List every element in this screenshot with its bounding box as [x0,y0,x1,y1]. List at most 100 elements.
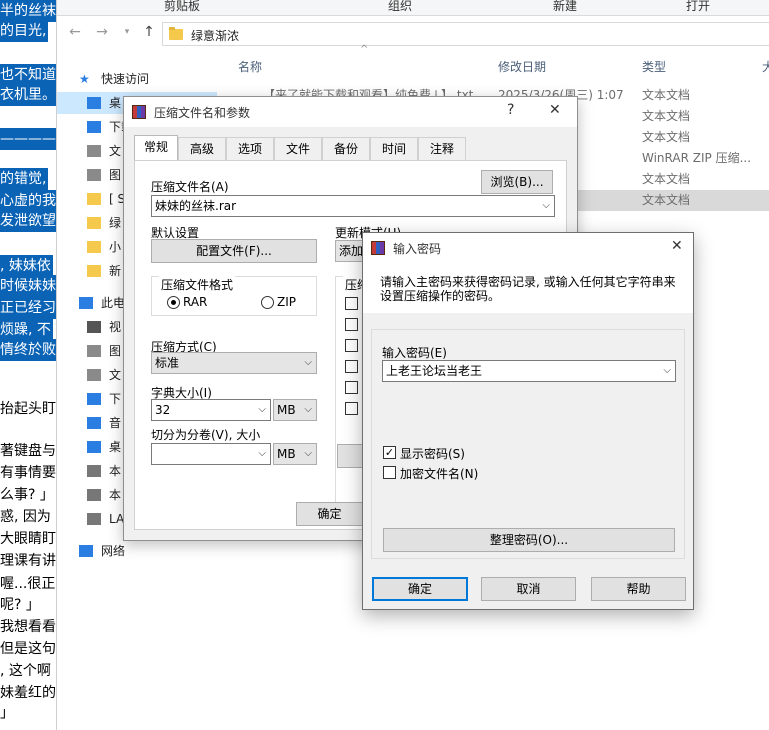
background-text-line: 衣机里。 [0,84,58,106]
archive-ok-button[interactable]: 确定 [296,502,363,526]
background-text-line: 有事情要 [0,462,58,484]
sidebar-item-label: 图 [109,344,122,358]
sidebar-item-label: 下 [109,392,122,406]
profiles-button[interactable]: 配置文件(F)... [151,239,317,263]
download-icon [87,121,101,133]
document-icon [87,369,101,381]
archive-dialog-title: 压缩文件名和参数 [154,106,251,120]
folder-icon [87,265,101,277]
tab-advanced[interactable]: 高级 [178,137,226,161]
close-icon[interactable]: ✕ [549,102,561,118]
tab-general[interactable]: 常规 [134,135,178,161]
computer-icon [79,297,93,309]
password-help-button[interactable]: 帮助 [591,577,686,601]
ribbon-organize: 组织 [388,0,413,13]
chevron-down-icon[interactable]: ⌵ [304,353,312,373]
archive-name-value: 妹妹的丝袜.rar [155,199,237,213]
recent-dropdown-icon[interactable]: ▾ [119,24,135,40]
background-text-line: 的目光, [0,20,49,42]
background-text-line: 但是这句 [0,638,58,660]
sidebar-item-label: 图 [109,168,122,182]
background-text-line: 烦躁, 不 [0,319,53,341]
tab-comment[interactable]: 注释 [418,137,466,161]
password-input[interactable]: 上老王论坛当老王 ⌵ [382,360,676,382]
download-icon [87,393,101,405]
archive-dialog-titlebar: 压缩文件名和参数 ? ✕ [124,97,577,127]
show-password-checkbox[interactable]: ✓ [383,446,396,459]
split-unit-value: MB [277,447,296,461]
format-zip-radio[interactable] [261,296,274,309]
background-document: 半的丝袜的目光, 也不知道衣机里。 —————— 的错觉,心虚的我发泄欲望 , 妹妹依时… [0,0,58,730]
archive-format-label: 压缩文件格式 [159,276,236,293]
option-checkbox-4[interactable] [345,360,358,373]
split-unit-select[interactable]: MB ⌵ [273,443,317,465]
enter-password-dialog: 输入密码 ✕ 请输入主密码来获得密码记录, 或输入任何其它字符串来设置压缩操作的… [362,232,694,610]
archive-name-input[interactable]: 妹妹的丝袜.rar ⌵ [151,195,555,217]
dictionary-unit-select[interactable]: MB ⌵ [273,399,317,421]
background-text-line: 也不知道 [0,64,58,86]
sidebar-item[interactable]: ★ 快速访问 [57,68,217,90]
sidebar-item-label: 视 [109,320,122,334]
browse-button[interactable]: 浏览(B)... [481,170,553,194]
close-icon[interactable]: ✕ [671,238,683,254]
split-volume-input[interactable]: ⌵ [151,443,271,465]
winrar-icon [132,105,146,119]
chevron-down-icon[interactable]: ⌵ [304,444,312,464]
column-name[interactable]: 名称 [238,58,262,75]
background-text-line: 心虚的我 [0,190,58,212]
drive-icon [87,489,101,501]
back-arrow-icon[interactable]: ← [67,24,83,40]
breadcrumb[interactable]: 绿意渐浓 [191,27,239,44]
column-date[interactable]: 修改日期 [498,58,546,75]
background-text-line: 时候妹妹 [0,275,58,297]
sidebar-item-label: 小 [109,240,122,254]
sidebar-item-label: 网络 [101,544,126,558]
column-size[interactable]: 大 [762,58,769,75]
up-arrow-icon[interactable]: ↑ [141,24,157,40]
encrypt-filenames-checkbox[interactable] [383,466,396,479]
compression-method-select[interactable]: 标准 ⌵ [151,352,317,374]
file-type: 文本文档 [642,88,691,102]
option-checkbox-6[interactable] [345,402,358,415]
document-icon [87,145,101,157]
password-cancel-button[interactable]: 取消 [481,577,576,601]
sidebar-item-label: 本 [109,464,122,478]
background-text-line: 理课有讲 [0,550,58,572]
background-text-line: 么事? 」 [0,484,56,506]
file-type: 文本文档 [642,172,691,186]
address-box[interactable]: 绿意渐浓 [162,22,769,46]
chevron-down-icon[interactable]: ⌵ [304,400,312,420]
chevron-down-icon[interactable]: ⌵ [663,361,671,381]
drive-icon [87,465,101,477]
option-checkbox-2[interactable] [345,318,358,331]
folder-icon [87,241,101,253]
chevron-down-icon[interactable]: ⌵ [542,196,550,216]
tab-options[interactable]: 选项 [226,137,274,161]
format-rar-radio[interactable] [167,296,180,309]
tab-files[interactable]: 文件 [274,137,322,161]
chevron-down-icon[interactable]: ⌵ [258,400,266,420]
password-dialog-title: 输入密码 [393,242,442,256]
chevron-down-icon[interactable]: ⌵ [258,444,266,464]
option-checkbox-5[interactable] [345,381,358,394]
compression-method-value: 标准 [155,356,180,370]
file-type: WinRAR ZIP 压缩... [642,151,752,165]
background-text-line: 的错觉, [0,168,49,190]
tab-backup[interactable]: 备份 [322,137,370,161]
forward-arrow-icon[interactable]: → [94,24,110,40]
background-text-line: 著键盘与 [0,440,58,462]
option-checkbox-3[interactable] [345,339,358,352]
background-text-line: 抬起头盯 [0,398,58,420]
option-checkbox-1[interactable] [345,297,358,310]
password-ok-button[interactable]: 确定 [372,577,468,601]
sidebar-item[interactable]: 网络 [57,540,217,562]
column-headers: 名称 修改日期 类型 大 ^ [232,44,769,78]
tab-time[interactable]: 时间 [370,137,418,161]
dictionary-size-input[interactable]: 32 ⌵ [151,399,271,421]
background-text-line: 」 [0,702,16,724]
column-type[interactable]: 类型 [642,58,666,75]
organize-passwords-button[interactable]: 整理密码(O)... [383,528,675,552]
sort-indicator-icon: ^ [360,44,369,55]
help-icon[interactable]: ? [507,102,514,118]
sidebar-item-label: 新 [109,264,122,278]
